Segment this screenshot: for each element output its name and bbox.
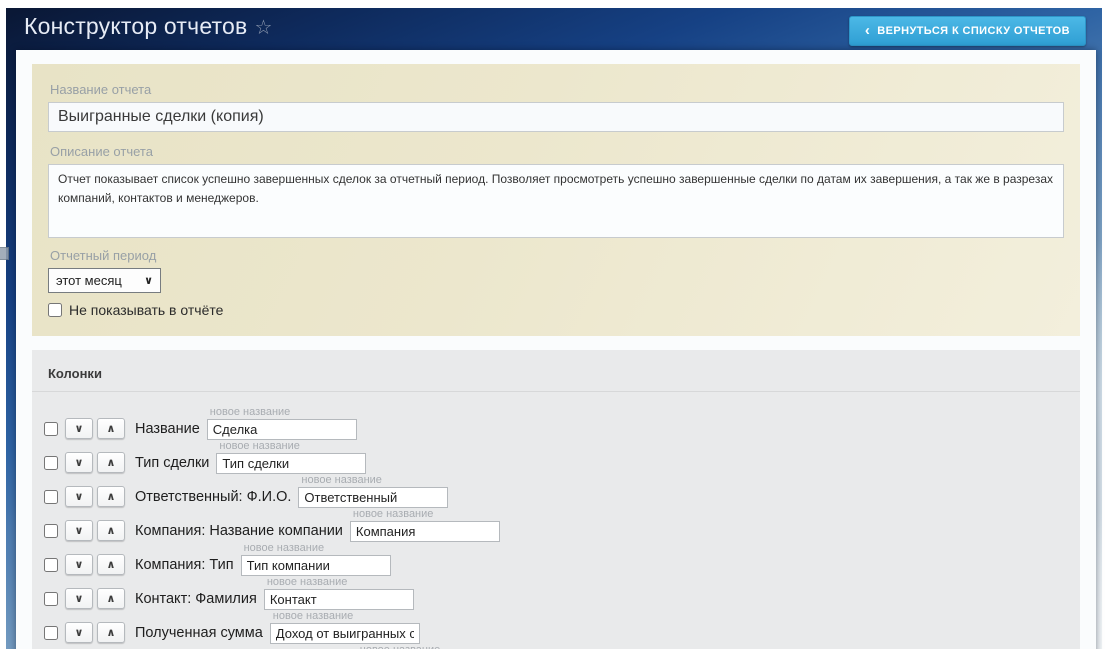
chevron-down-icon: ∨ bbox=[74, 557, 84, 571]
columns-list: ∨ ∧ Название новое название ∨ ∧ Тип сдел… bbox=[32, 406, 1080, 649]
new-name-input[interactable] bbox=[269, 623, 420, 644]
move-up-button[interactable]: ∧ bbox=[97, 486, 125, 507]
chevron-down-icon: ∨ bbox=[74, 489, 84, 503]
move-down-button[interactable]: ∨ bbox=[65, 486, 93, 507]
chevron-up-icon: ∧ bbox=[106, 523, 116, 537]
new-name-label: новое название bbox=[266, 576, 348, 588]
move-down-button[interactable]: ∨ bbox=[65, 554, 93, 575]
chevron-up-icon: ∧ bbox=[106, 489, 116, 503]
page-title-text: Конструктор отчетов bbox=[24, 13, 248, 39]
report-name-input[interactable] bbox=[48, 102, 1064, 132]
column-row: ∨ ∧ Контакт: Фамилия новое название bbox=[32, 576, 1080, 610]
edge-handle[interactable] bbox=[0, 247, 9, 260]
new-name-group: новое название bbox=[240, 542, 391, 576]
new-name-group: новое название bbox=[263, 576, 414, 610]
chevron-up-icon: ∧ bbox=[106, 557, 116, 571]
new-name-group: новое название bbox=[298, 474, 449, 508]
chevron-down-icon: ∨ bbox=[144, 275, 153, 287]
column-row: ∨ ∧ Название новое название bbox=[32, 406, 1080, 440]
report-name-label: Название отчета bbox=[50, 82, 152, 97]
hide-in-report-label[interactable]: Не показывать в отчёте bbox=[69, 302, 223, 318]
chevron-down-icon: ∨ bbox=[74, 523, 84, 537]
chevron-down-icon: ∨ bbox=[74, 421, 84, 435]
columns-section: Колонки ∨ ∧ Название новое название ∨ ∧ … bbox=[32, 350, 1080, 649]
move-down-button[interactable]: ∨ bbox=[65, 622, 93, 643]
move-up-button[interactable]: ∧ bbox=[97, 588, 125, 609]
report-period-select[interactable]: этот месяц ∨ bbox=[48, 268, 161, 293]
new-name-label: новое название bbox=[219, 440, 300, 452]
move-up-button[interactable]: ∧ bbox=[97, 622, 125, 643]
column-row-checkbox[interactable] bbox=[44, 524, 58, 538]
column-row-checkbox[interactable] bbox=[44, 592, 58, 606]
column-row-checkbox[interactable] bbox=[44, 626, 58, 640]
chevron-up-icon: ∧ bbox=[106, 421, 116, 435]
new-name-input[interactable] bbox=[298, 487, 449, 508]
report-description-textarea[interactable]: Отчет показывает список успешно завершен… bbox=[48, 164, 1064, 238]
new-name-group: новое название bbox=[216, 440, 367, 474]
content-panel: Название отчета Описание отчета Отчет по… bbox=[16, 50, 1096, 649]
move-down-button[interactable]: ∨ bbox=[65, 588, 93, 609]
new-name-group: новое название bbox=[269, 610, 420, 644]
column-row-checkbox[interactable] bbox=[44, 558, 58, 572]
favorite-star-icon[interactable]: ☆ bbox=[254, 17, 272, 39]
chevron-up-icon: ∧ bbox=[106, 455, 116, 469]
move-up-button[interactable]: ∧ bbox=[97, 452, 125, 473]
column-row: ∨ ∧ Полученная сумма новое название bbox=[32, 610, 1080, 644]
chevron-down-icon: ∨ bbox=[74, 591, 84, 605]
new-name-label: новое название bbox=[243, 542, 325, 554]
move-up-button[interactable]: ∧ bbox=[97, 418, 125, 439]
column-row-checkbox[interactable] bbox=[44, 456, 58, 470]
move-up-button[interactable]: ∧ bbox=[97, 554, 125, 575]
column-row: ∨ ∧ Предполагаемая дата закрытия новое н… bbox=[32, 644, 1080, 649]
new-name-label: новое название bbox=[352, 508, 434, 520]
report-period-value: этот месяц bbox=[56, 273, 122, 288]
move-down-button[interactable]: ∨ bbox=[65, 418, 93, 439]
new-name-group: новое название bbox=[357, 644, 507, 649]
report-period-label: Отчетный период bbox=[50, 248, 157, 263]
chevron-up-icon: ∧ bbox=[106, 625, 116, 639]
chevron-left-icon: ‹ bbox=[864, 21, 871, 39]
new-name-input[interactable] bbox=[240, 555, 391, 576]
divider bbox=[32, 391, 1080, 392]
move-up-button[interactable]: ∧ bbox=[97, 520, 125, 541]
chevron-down-icon: ∨ bbox=[74, 455, 84, 469]
column-field-label: Компания: Название компании bbox=[135, 523, 343, 539]
column-row: ∨ ∧ Ответственный: Ф.И.О. новое название bbox=[32, 474, 1080, 508]
move-down-button[interactable]: ∨ bbox=[65, 520, 93, 541]
column-row: ∨ ∧ Компания: Тип новое название bbox=[32, 542, 1080, 576]
back-to-report-list-button[interactable]: ‹ Вернуться к списку отчетов bbox=[848, 16, 1086, 46]
new-name-input[interactable] bbox=[216, 453, 367, 474]
columns-section-title: Колонки bbox=[48, 366, 102, 381]
move-down-button[interactable]: ∨ bbox=[65, 452, 93, 473]
column-field-label: Название bbox=[135, 421, 200, 437]
chevron-up-icon: ∧ bbox=[106, 591, 116, 605]
chevron-down-icon: ∨ bbox=[74, 625, 84, 639]
column-row: ∨ ∧ Тип сделки новое название bbox=[32, 440, 1080, 474]
new-name-input[interactable] bbox=[206, 419, 357, 440]
report-constructor-page: Конструктор отчетов ☆ ‹ Вернуться к списк… bbox=[0, 0, 1110, 649]
column-field-label: Ответственный: Ф.И.О. bbox=[135, 489, 292, 505]
report-settings-form: Название отчета Описание отчета Отчет по… bbox=[32, 64, 1080, 336]
new-name-input[interactable] bbox=[263, 589, 414, 610]
back-button-label: Вернуться к списку отчетов bbox=[877, 25, 1070, 37]
column-field-label: Компания: Тип bbox=[135, 557, 234, 573]
report-description-label: Описание отчета bbox=[50, 144, 153, 159]
new-name-label: новое название bbox=[209, 406, 291, 418]
new-name-group: новое название bbox=[206, 406, 357, 440]
new-name-group: новое название bbox=[349, 508, 500, 542]
column-row: ∨ ∧ Компания: Название компании новое на… bbox=[32, 508, 1080, 542]
column-row-checkbox[interactable] bbox=[44, 490, 58, 504]
hide-in-report-checkbox[interactable] bbox=[48, 303, 62, 317]
column-field-label: Полученная сумма bbox=[135, 625, 263, 641]
column-field-label: Тип сделки bbox=[135, 455, 210, 471]
page-title: Конструктор отчетов ☆ bbox=[24, 13, 273, 40]
column-row-checkbox[interactable] bbox=[44, 422, 58, 436]
new-name-label: новое название bbox=[301, 474, 382, 486]
new-name-label: новое название bbox=[272, 610, 354, 622]
new-name-label: новое название bbox=[360, 644, 507, 649]
new-name-input[interactable] bbox=[349, 521, 500, 542]
column-field-label: Контакт: Фамилия bbox=[135, 591, 257, 607]
